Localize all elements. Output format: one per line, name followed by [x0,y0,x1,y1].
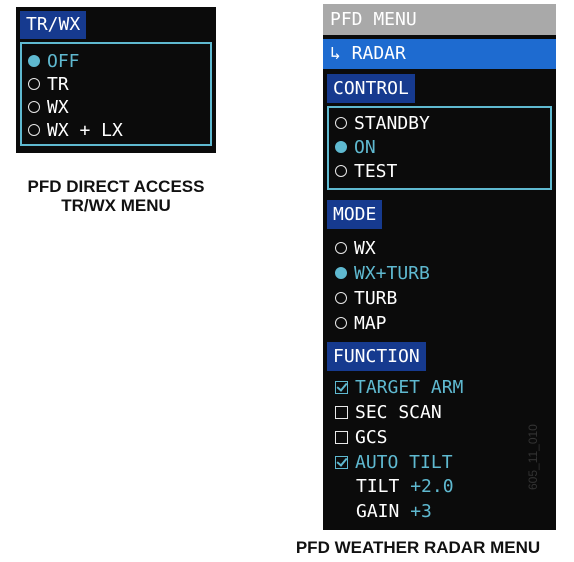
control-option-label: STANDBY [354,112,430,134]
function-sec-scan[interactable]: SEC SCAN [335,400,442,424]
tilt-value: +2.0 [410,476,454,497]
function-label: SEC SCAN [355,401,442,423]
tr-wx-option-wx[interactable]: WX [28,95,69,119]
checkbox-icon [335,405,348,419]
radio-icon [28,124,40,136]
tilt-label: TILT [356,476,400,497]
tr-wx-option-label: OFF [47,50,80,72]
gain-setting[interactable]: GAIN +3 [356,500,432,524]
function-label: AUTO TILT [355,451,453,473]
checkbox-icon [335,430,348,444]
tr-wx-option-wx-lx[interactable]: WX + LX [28,118,123,142]
tr-wx-option-label: TR [47,73,69,95]
radio-icon [28,101,40,113]
caption-line-1: PFD DIRECT ACCESS [27,177,205,196]
figure-id: 605_11_010 [526,424,540,490]
tr-wx-option-tr[interactable]: TR [28,72,69,96]
radio-icon [335,242,347,254]
control-option-label: ON [354,136,376,158]
radio-icon [335,292,347,304]
radio-selected-icon [335,141,347,153]
radio-icon [335,117,347,129]
control-option-standby[interactable]: STANDBY [335,111,430,135]
tr-wx-option-label: WX [47,96,69,118]
mode-option-wx-turb[interactable]: WX+TURB [335,261,430,285]
mode-header: MODE [327,200,383,229]
function-gcs[interactable]: GCS [335,425,388,449]
mode-option-label: MAP [354,312,387,334]
mode-option-label: WX+TURB [354,262,430,284]
function-header: FUNCTION [327,342,426,371]
mode-option-label: WX [354,237,376,259]
tr-wx-direct-menu: TR/WX OFF TR WX WX + LX [16,7,216,153]
control-option-label: TEST [354,160,398,182]
radio-icon [28,78,40,90]
checkbox-checked-icon [335,380,348,394]
control-option-test[interactable]: TEST [335,159,397,183]
radio-selected-icon [335,267,347,279]
radio-icon [335,165,347,177]
weather-radar-menu: PFD MENU ↳ RADAR CONTROL STANDBY ON TEST… [323,4,556,530]
tr-wx-header: TR/WX [20,11,87,39]
mode-option-wx[interactable]: WX [335,236,376,260]
gain-value: +3 [410,501,432,522]
caption-line-2: TR/WX MENU [61,196,171,215]
tr-wx-option-off[interactable]: OFF [28,49,80,73]
radar-menu-item[interactable]: ↳ RADAR [323,39,556,69]
function-auto-tilt[interactable]: AUTO TILT [335,450,453,474]
radio-selected-icon [28,55,40,67]
radio-icon [335,317,347,329]
mode-option-map[interactable]: MAP [335,311,387,335]
radar-menu-caption: PFD WEATHER RADAR MENU [295,538,541,557]
tilt-setting[interactable]: TILT +2.0 [356,475,454,499]
gain-label: GAIN [356,501,400,522]
pfd-menu-title: PFD MENU [323,4,556,35]
function-label: GCS [355,426,388,448]
tr-wx-option-label: WX + LX [47,119,123,141]
mode-option-label: TURB [354,287,398,309]
control-header: CONTROL [327,74,415,103]
direct-menu-caption: PFD DIRECT ACCESS TR/WX MENU [0,177,232,215]
mode-option-turb[interactable]: TURB [335,286,397,310]
function-target-arm[interactable]: TARGET ARM [335,375,463,399]
function-label: TARGET ARM [355,376,464,398]
checkbox-checked-icon [335,455,348,469]
control-option-on[interactable]: ON [335,135,376,159]
